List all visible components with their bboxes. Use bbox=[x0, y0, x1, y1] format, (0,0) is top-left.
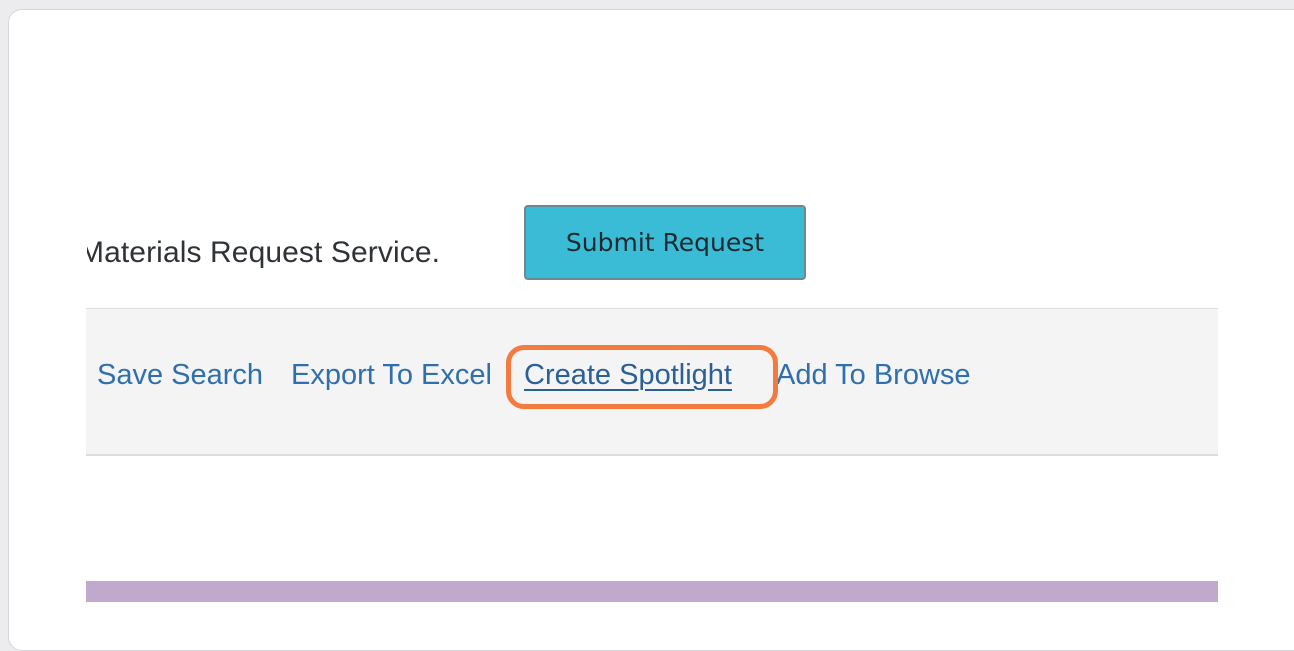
save-search-link[interactable]: Save Search bbox=[97, 359, 263, 392]
screenshot-frame: Materials Request Service. Submit Reques… bbox=[8, 9, 1294, 651]
submit-request-button[interactable]: Submit Request bbox=[524, 205, 806, 280]
intro-text: Materials Request Service. bbox=[87, 236, 441, 269]
add-to-browse-link[interactable]: Add To Browse bbox=[776, 359, 971, 392]
page-content: Materials Request Service. Submit Reques… bbox=[9, 10, 1294, 621]
search-results-toolbar: Save Search Export To Excel Create Spotl… bbox=[86, 308, 1218, 456]
create-spotlight-link[interactable]: Create Spotlight bbox=[524, 359, 732, 392]
section-divider-bar bbox=[86, 581, 1218, 602]
export-to-excel-link[interactable]: Export To Excel bbox=[291, 359, 492, 392]
left-margin bbox=[9, 10, 86, 621]
